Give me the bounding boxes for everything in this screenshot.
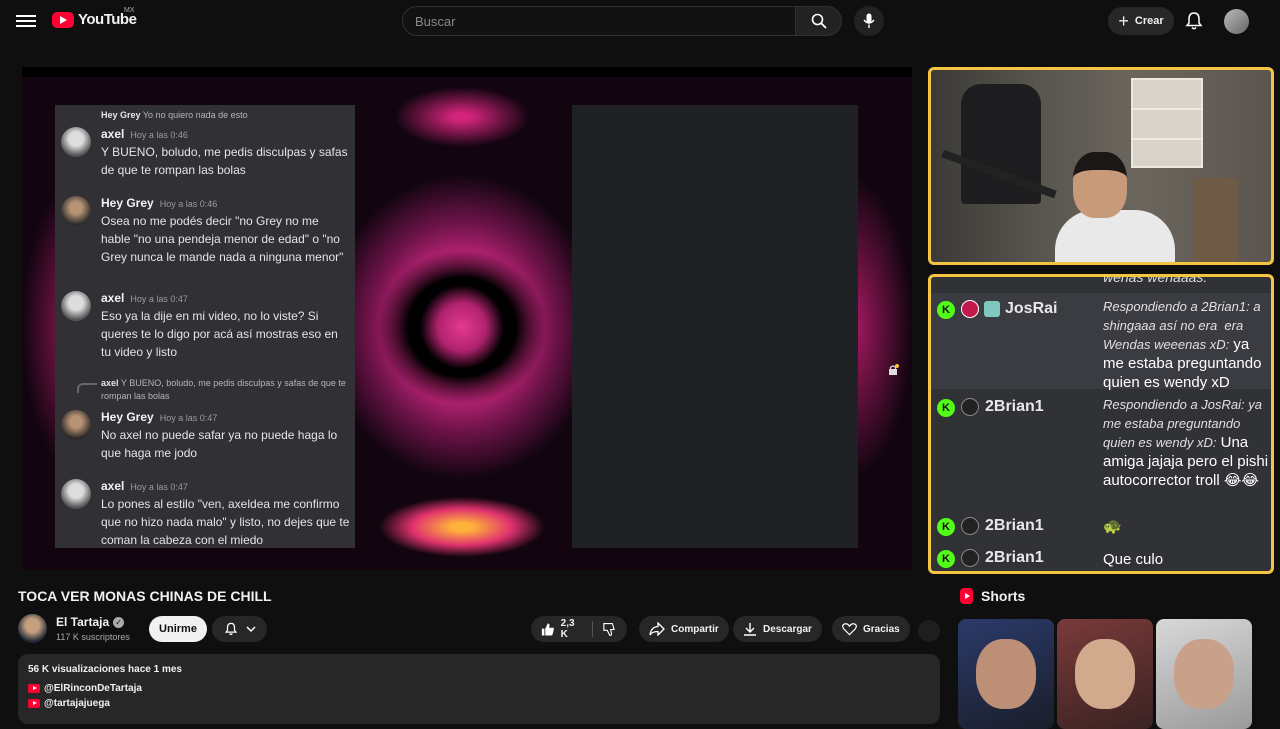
- message-body: Y BUENO, boludo, me pedis disculpas y sa…: [101, 145, 348, 177]
- chat-message: Que culo: [1103, 551, 1164, 568]
- chat-row: K JosRai Respondiendo a 2Brian1: a shing…: [931, 293, 1271, 391]
- short-thumbnail[interactable]: [1156, 619, 1252, 729]
- subscriber-count: 117 K suscriptores: [56, 632, 130, 642]
- shorts-logo-icon: [960, 588, 973, 604]
- chat-row: K 2Brian1 Que culo: [931, 545, 1271, 571]
- webcam-overlay: [928, 67, 1274, 265]
- message-body: Osea no me podés decir "no Grey no me ha…: [101, 214, 344, 264]
- message-author: axel Hoy a las 0:46: [101, 127, 188, 141]
- plus-icon: +: [1118, 11, 1129, 31]
- user-avatar: [61, 479, 91, 509]
- user-badge-icon: [961, 549, 979, 567]
- video-player[interactable]: Hey Grey Yo no quiero nada de esto axel H…: [22, 67, 912, 570]
- bell-icon: [224, 622, 237, 636]
- create-label: Crear: [1134, 15, 1164, 27]
- kick-badge-icon: K: [937, 550, 955, 568]
- cat-tree: [1193, 178, 1237, 262]
- create-button[interactable]: + Crear: [1108, 7, 1174, 35]
- channel-avatar[interactable]: [18, 614, 47, 643]
- search-button[interactable]: [796, 6, 842, 36]
- top-bar: YouTube MX + Crear: [0, 0, 1280, 42]
- youtube-play-icon: [52, 11, 74, 28]
- search-input[interactable]: [402, 6, 796, 36]
- search-bar: [402, 6, 842, 36]
- share-button[interactable]: Compartir: [639, 616, 729, 642]
- emote-badge-icon: [984, 301, 1000, 317]
- message-body: No axel no puede safar ya no puede haga …: [101, 428, 338, 460]
- kick-badge-icon: K: [937, 301, 955, 319]
- short-thumbnail[interactable]: [1057, 619, 1153, 729]
- shorts-header: Shorts: [960, 588, 1025, 604]
- message-body: Eso ya la dije en mi video, no lo viste?…: [101, 309, 338, 359]
- thanks-button[interactable]: Gracias: [832, 616, 910, 642]
- share-label: Compartir: [671, 623, 719, 635]
- chat-row: K 2Brian1 🐢: [931, 513, 1271, 543]
- kick-badge-icon: K: [937, 399, 955, 417]
- dislike-icon[interactable]: [603, 622, 617, 637]
- user-badge-icon: [961, 517, 979, 535]
- message-author: axel Hoy a las 0:47: [101, 479, 188, 493]
- reply-reference: Hey Grey Yo no quiero nada de esto: [101, 110, 248, 120]
- download-label: Descargar: [763, 623, 812, 635]
- user-badge-icon: [961, 398, 979, 416]
- chat-username: 2Brian1: [985, 549, 1044, 566]
- chat-message-cut: wenas wenaaas:: [1103, 274, 1208, 285]
- chat-row: K 2Brian1 Respondiendo a JosRai: ya me e…: [931, 391, 1271, 511]
- chat-username: JosRai: [1005, 300, 1058, 317]
- youtube-mini-icon: [28, 699, 40, 708]
- voice-search-button[interactable]: [854, 6, 884, 36]
- user-badge-icon: [961, 300, 979, 318]
- chat-username: 2Brian1: [985, 517, 1044, 534]
- views-and-date: 56 K visualizaciones hace 1 mes: [28, 664, 182, 675]
- share-icon: [649, 622, 665, 636]
- chat-message: Respondiendo a JosRai: ya me estaba preg…: [1103, 397, 1269, 489]
- description-link[interactable]: @tartajajuega: [28, 698, 930, 709]
- country-code: MX: [124, 7, 135, 14]
- reply-connector: [77, 383, 97, 393]
- user-avatar: [61, 410, 91, 440]
- channel-name[interactable]: El Tartaja ✓: [56, 615, 125, 629]
- verified-icon: ✓: [113, 617, 125, 628]
- thanks-label: Gracias: [863, 623, 900, 635]
- user-avatar: [61, 196, 91, 226]
- download-button[interactable]: Descargar: [733, 616, 822, 642]
- stream-chat-overlay: wenas wenaaas: K JosRai Respondiendo a 2…: [928, 274, 1274, 574]
- blank-panel: [572, 105, 858, 548]
- description-link[interactable]: @ElRinconDeTartaja: [28, 683, 930, 694]
- download-icon: [744, 623, 756, 636]
- account-avatar[interactable]: [1224, 9, 1249, 34]
- youtube-logo[interactable]: YouTube MX: [52, 7, 137, 28]
- like-count: 2,3 K: [560, 618, 575, 640]
- kick-badge-icon: K: [937, 518, 955, 536]
- join-button[interactable]: Unirme: [149, 616, 207, 642]
- notifications-bell-icon[interactable]: [1184, 11, 1204, 31]
- notification-bell-button[interactable]: [212, 616, 267, 642]
- discord-chat-screenshot: Hey Grey Yo no quiero nada de esto axel H…: [55, 105, 355, 548]
- message-body: Lo pones al estilo "ven, axeldea me conf…: [101, 497, 350, 547]
- video-title: TOCA VER MONAS CHINAS DE CHILL: [18, 588, 272, 604]
- chat-username: 2Brian1: [985, 398, 1044, 415]
- message-author: Hey Grey Hoy a las 0:47: [101, 410, 218, 424]
- user-avatar: [61, 127, 91, 157]
- more-actions-button[interactable]: [918, 620, 940, 642]
- shorts-title: Shorts: [981, 588, 1026, 604]
- short-thumbnail[interactable]: [958, 619, 1054, 729]
- streamer: [1055, 152, 1175, 262]
- reply-reference: axel Y BUENO, boludo, me pedis disculpas…: [101, 378, 346, 401]
- description-box[interactable]: 56 K visualizaciones hace 1 mes @ElRinco…: [18, 654, 940, 724]
- chat-message: Respondiendo a 2Brian1: a shingaaa así n…: [1103, 299, 1262, 391]
- lock-icon: [889, 364, 899, 375]
- message-author: axel Hoy a las 0:47: [101, 291, 188, 305]
- search-icon: [811, 13, 827, 29]
- youtube-mini-icon: [28, 684, 40, 693]
- like-icon[interactable]: [541, 622, 555, 637]
- like-dislike-group: 2,3 K: [531, 616, 627, 642]
- message-author: Hey Grey Hoy a las 0:46: [101, 196, 218, 210]
- heart-dollar-icon: [842, 623, 857, 636]
- chevron-down-icon: [245, 626, 256, 633]
- chat-message: 🐢: [1103, 518, 1122, 535]
- microphone-icon: [863, 13, 875, 28]
- menu-icon[interactable]: [16, 12, 36, 30]
- user-avatar: [61, 291, 91, 321]
